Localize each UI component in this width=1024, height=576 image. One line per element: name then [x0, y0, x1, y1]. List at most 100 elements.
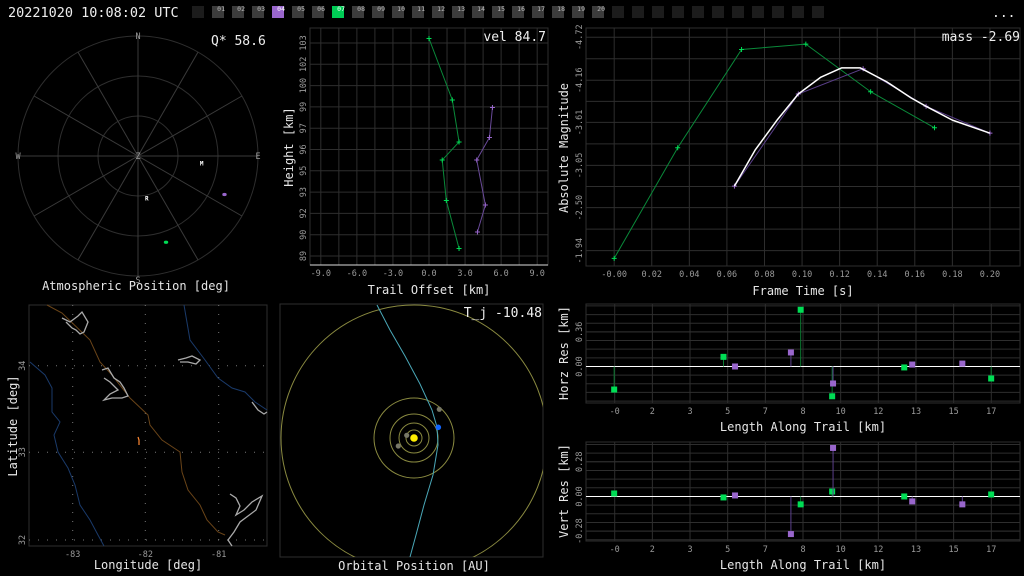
planet	[395, 443, 401, 449]
frame-label: 17	[537, 5, 545, 13]
residual-point	[988, 491, 995, 498]
planet	[404, 432, 410, 438]
y-tick-label: 93	[299, 187, 309, 197]
x-tick-label: -0	[610, 407, 620, 417]
x-tick-label: 0.0	[421, 269, 436, 279]
frame-label: 05	[297, 5, 305, 13]
orbital-position-plot	[279, 303, 544, 558]
menu-button[interactable]: ...	[992, 6, 1015, 21]
frame-label: 10	[397, 5, 405, 13]
x-tick-label: 15	[949, 545, 959, 555]
x-tick-label: -6.0	[347, 269, 367, 279]
y-tick-label: 97	[299, 123, 309, 133]
frame-box-empty[interactable]	[672, 6, 684, 18]
tj-annotation: T_j -10.48	[464, 306, 542, 321]
frame-box-empty[interactable]	[752, 6, 764, 18]
q-star-annotation: Q* 58.6	[211, 34, 266, 49]
frame-label: 07	[337, 5, 345, 13]
y-tick-label: -3.61	[575, 110, 585, 136]
x-tick-label: 0.18	[942, 270, 962, 280]
x-tick-label: 10	[836, 545, 846, 555]
residual-point	[720, 494, 727, 501]
atmospheric-title: Atmospheric Position [deg]	[42, 279, 230, 293]
residual-point	[829, 393, 836, 400]
trail-point	[486, 135, 492, 140]
frame-label: 02	[237, 5, 245, 13]
residual-point	[959, 501, 966, 508]
x-tick-label: 0.10	[792, 270, 812, 280]
compass-N: N	[135, 32, 140, 42]
x-tick-label: 0.16	[905, 270, 925, 280]
frame-box-empty[interactable]	[812, 6, 824, 18]
y-tick-label: -1.94	[575, 238, 585, 264]
x-tick-label: 13	[911, 407, 921, 417]
y-tick-label: 95	[299, 166, 309, 176]
frame-box-empty[interactable]	[192, 6, 204, 18]
frame-selector[interactable]: 01 02 03 04 05 06 07 08 09 10 11 12 13 14 15 16 17 18 19 20	[192, 5, 824, 18]
residual-point	[732, 492, 739, 499]
y-tick-label: -4.16	[575, 67, 585, 93]
map-xlabel: Longitude [deg]	[94, 558, 202, 572]
lake-outline	[177, 355, 202, 365]
residual-point	[909, 361, 916, 368]
y-tick-label: 0.00	[575, 356, 585, 376]
x-tick-label: 6.0	[493, 269, 508, 279]
y-tick-label: 32	[18, 535, 28, 545]
frame-box-empty[interactable]	[632, 6, 644, 18]
frame-box-empty[interactable]	[712, 6, 724, 18]
x-tick-label: -3.0	[383, 269, 403, 279]
y-tick-label: 0.36	[575, 322, 585, 342]
x-tick-label: 0.02	[642, 270, 662, 280]
magnitude-point	[739, 46, 745, 52]
x-tick-label: 0.04	[679, 270, 699, 280]
y-tick-label: 92	[299, 208, 309, 218]
residual-point	[901, 493, 908, 500]
trail-series-line	[428, 38, 460, 249]
vert-res-ylabel: Vert Res [km]	[557, 444, 571, 538]
frame-label: 16	[517, 5, 525, 13]
frame-box-empty[interactable]	[772, 6, 784, 18]
frame-box-empty[interactable]	[612, 6, 624, 18]
x-tick-label: 17	[986, 407, 996, 417]
trail-point	[456, 246, 462, 251]
y-tick-label: 34	[18, 361, 28, 371]
residual-point	[829, 488, 836, 495]
compass-center: Z	[135, 152, 140, 162]
compass-W: W	[15, 152, 21, 162]
magnitude-series-line	[613, 43, 935, 259]
trail-point	[482, 202, 488, 208]
dashboard: 20221020 10:08:02 UTC 01 02 03 04 05 06 07 08 09…	[6, 5, 1021, 573]
residual-point	[787, 349, 794, 356]
y-tick-label: 99	[299, 102, 309, 112]
x-tick-label: 5	[725, 545, 730, 555]
y-tick-label: 0.28	[575, 452, 585, 472]
frame-label: 15	[497, 5, 505, 13]
frame-box-empty[interactable]	[692, 6, 704, 18]
y-tick-label: -2.50	[575, 195, 585, 221]
state-border	[46, 304, 226, 536]
trail-point	[474, 157, 480, 163]
frame-box-empty[interactable]	[652, 6, 664, 18]
map-ylabel: Latitude [deg]	[6, 375, 20, 476]
frame-label: 08	[357, 5, 365, 13]
x-tick-label: 0.14	[867, 270, 887, 280]
residual-point	[787, 531, 794, 538]
station-marker: R	[145, 196, 149, 203]
frame-label: 09	[377, 5, 385, 13]
y-tick-label: 102	[299, 57, 309, 72]
x-tick-label: 7	[763, 545, 768, 555]
residual-point	[909, 498, 916, 505]
frame-box-empty[interactable]	[792, 6, 804, 18]
x-tick-label: 0.08	[754, 270, 774, 280]
residual-point	[732, 363, 739, 370]
x-tick-label: 12	[873, 407, 883, 417]
frame-label: 01	[217, 5, 225, 13]
light-curve-plot: -0.00 0.02 0.04 0.06 0.08 0.10 0.12 0.14 0.16 0.1…	[575, 24, 1021, 280]
x-tick-label: -83	[65, 550, 80, 560]
x-tick-label: -9.0	[311, 269, 331, 279]
y-tick-label: -4.72	[575, 24, 585, 50]
y-tick-label: 96	[299, 144, 309, 154]
magnitude-series-line	[734, 68, 991, 187]
lightcurve-ylabel: Absolute Magnitude	[557, 83, 571, 213]
frame-box-empty[interactable]	[732, 6, 744, 18]
